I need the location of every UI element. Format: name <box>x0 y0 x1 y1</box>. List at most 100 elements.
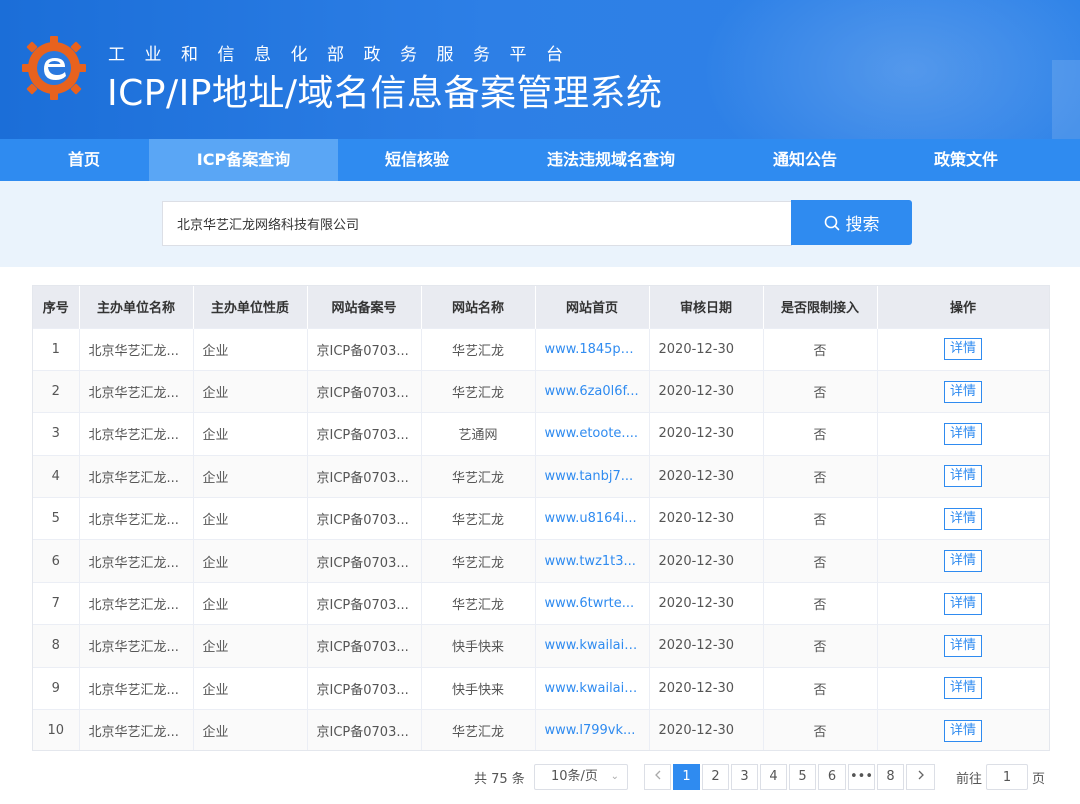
table-row: 4 北京华艺汇龙... 企业 京ICP备0703... 华艺汇龙 www.tanbj7..… <box>33 454 1049 498</box>
record-number-cell: 京ICP备0703... <box>307 709 422 750</box>
review-date-cell: 2020-12-30 <box>649 454 764 498</box>
search-input[interactable] <box>162 201 792 246</box>
review-date-cell: 2020-12-30 <box>649 539 764 583</box>
table-row: 3 北京华艺汇龙... 企业 京ICP备0703... 艺通网 www.etoote...… <box>33 412 1049 456</box>
detail-button[interactable]: 详情 <box>943 422 982 445</box>
homepage-link[interactable]: www.tanbj7... <box>535 454 650 498</box>
homepage-link[interactable]: www.u8164i... <box>535 497 650 540</box>
record-number-cell: 京ICP备0703... <box>307 327 422 371</box>
column-header: 主办单位名称 <box>79 286 194 328</box>
prev-page-button[interactable] <box>644 764 671 790</box>
org-name-cell: 北京华艺汇龙... <box>79 581 194 625</box>
next-page-button[interactable] <box>906 764 935 790</box>
org-name-cell: 北京华艺汇龙... <box>79 497 194 540</box>
table-row: 2 北京华艺汇龙... 企业 京ICP备0703... 华艺汇龙 www.6za0l6f.… <box>33 369 1049 413</box>
site-name-cell: 华艺汇龙 <box>421 581 536 625</box>
homepage-link[interactable]: www.6twrte... <box>535 581 650 625</box>
detail-button[interactable]: 详情 <box>943 465 982 488</box>
page-size-select[interactable]: 10条/页 ⌄ <box>534 764 628 790</box>
record-number-cell: 京ICP备0703... <box>307 497 422 540</box>
column-header: 序号 <box>33 286 80 328</box>
review-date-cell: 2020-12-30 <box>649 709 764 750</box>
action-cell: 详情 <box>877 666 1049 710</box>
search-button[interactable]: 搜索 <box>791 200 912 245</box>
homepage-link[interactable]: www.6za0l6f... <box>535 369 650 413</box>
homepage-link[interactable]: www.1845p3... <box>535 327 650 371</box>
detail-button[interactable]: 详情 <box>943 592 982 615</box>
access-limited-cell: 否 <box>763 666 878 710</box>
detail-button[interactable]: 详情 <box>943 634 982 657</box>
page-number-button[interactable]: 2 <box>702 764 729 790</box>
goto-page-input[interactable] <box>986 764 1028 790</box>
nav-item-icp-query[interactable]: ICP备案查询 <box>149 139 338 181</box>
column-header: 操作 <box>877 286 1049 328</box>
org-name-cell: 北京华艺汇龙... <box>79 624 194 668</box>
row-index: 2 <box>33 369 80 413</box>
nav-item-sms-verify[interactable]: 短信核验 <box>338 139 496 181</box>
table-row: 6 北京华艺汇龙... 企业 京ICP备0703... 华艺汇龙 www.twz1t3..… <box>33 539 1049 583</box>
nav-item-home[interactable]: 首页 <box>20 139 148 181</box>
homepage-link[interactable]: www.twz1t3... <box>535 539 650 583</box>
page-number-button[interactable]: 3 <box>731 764 758 790</box>
review-date-cell: 2020-12-30 <box>649 327 764 371</box>
homepage-link[interactable]: www.kwailai.... <box>535 624 650 668</box>
nav-item-notices[interactable]: 通知公告 <box>726 139 884 181</box>
access-limited-cell: 否 <box>763 624 878 668</box>
row-index: 8 <box>33 624 80 668</box>
row-index: 3 <box>33 412 80 456</box>
homepage-link[interactable]: www.kwailai.... <box>535 666 650 710</box>
action-cell: 详情 <box>877 709 1049 750</box>
detail-button[interactable]: 详情 <box>943 719 982 742</box>
org-name-cell: 北京华艺汇龙... <box>79 369 194 413</box>
table-row: 1 北京华艺汇龙... 企业 京ICP备0703... 华艺汇龙 www.1845p3..… <box>33 327 1049 371</box>
org-name-cell: 北京华艺汇龙... <box>79 327 194 371</box>
search-icon <box>824 215 839 230</box>
org-type-cell: 企业 <box>193 709 308 750</box>
org-type-cell: 企业 <box>193 666 308 710</box>
access-limited-cell: 否 <box>763 412 878 456</box>
record-number-cell: 京ICP备0703... <box>307 624 422 668</box>
site-header: 工业和信息化部政务服务平台 ICP/IP地址/域名信息备案管理系统 <box>0 0 1080 139</box>
pagination: 共 75 条 10条/页 ⌄ 123456•••8 前往 页 <box>0 764 1080 790</box>
record-number-cell: 京ICP备0703... <box>307 412 422 456</box>
page-number-button[interactable]: 4 <box>760 764 787 790</box>
search-button-label: 搜索 <box>845 215 880 235</box>
page-number-button[interactable]: 8 <box>877 764 904 790</box>
row-index: 5 <box>33 497 80 540</box>
row-index: 6 <box>33 539 80 583</box>
record-number-cell: 京ICP备0703... <box>307 539 422 583</box>
action-cell: 详情 <box>877 581 1049 625</box>
access-limited-cell: 否 <box>763 709 878 750</box>
org-name-cell: 北京华艺汇龙... <box>79 454 194 498</box>
homepage-link[interactable]: www.etoote.... <box>535 412 650 456</box>
page-size-value: 10条/页 <box>551 769 598 784</box>
nav-item-policy-docs[interactable]: 政策文件 <box>884 139 1048 181</box>
nav-item-illegal-domain-query[interactable]: 违法违规域名查询 <box>496 139 726 181</box>
org-type-cell: 企业 <box>193 497 308 540</box>
review-date-cell: 2020-12-30 <box>649 497 764 540</box>
table-header-row: 序号 主办单位名称 主办单位性质 网站备案号 网站名称 网站首页 审核日期 是否… <box>33 286 1049 328</box>
table-row: 7 北京华艺汇龙... 企业 京ICP备0703... 华艺汇龙 www.6twrte..… <box>33 581 1049 625</box>
org-type-cell: 企业 <box>193 624 308 668</box>
detail-button[interactable]: 详情 <box>943 380 982 403</box>
page-ellipsis-button[interactable]: ••• <box>848 764 875 790</box>
table-row: 9 北京华艺汇龙... 企业 京ICP备0703... 快手快来 www.kwailai.… <box>33 666 1049 710</box>
column-header: 网站备案号 <box>307 286 422 328</box>
chevron-left-icon <box>654 770 660 780</box>
record-number-cell: 京ICP备0703... <box>307 666 422 710</box>
detail-button[interactable]: 详情 <box>943 677 982 700</box>
page-number-button[interactable]: 1 <box>673 764 700 790</box>
detail-button[interactable]: 详情 <box>943 550 982 573</box>
action-cell: 详情 <box>877 327 1049 371</box>
page-number-button[interactable]: 6 <box>818 764 846 790</box>
page-number-button[interactable]: 5 <box>789 764 816 790</box>
detail-button[interactable]: 详情 <box>943 507 982 530</box>
org-name-cell: 北京华艺汇龙... <box>79 666 194 710</box>
column-header: 主办单位性质 <box>193 286 308 328</box>
homepage-link[interactable]: www.l799vk... <box>535 709 650 750</box>
table-row: 5 北京华艺汇龙... 企业 京ICP备0703... 华艺汇龙 www.u8164i..… <box>33 497 1049 540</box>
detail-button[interactable]: 详情 <box>943 338 982 361</box>
access-limited-cell: 否 <box>763 327 878 371</box>
org-type-cell: 企业 <box>193 581 308 625</box>
row-index: 7 <box>33 581 80 625</box>
